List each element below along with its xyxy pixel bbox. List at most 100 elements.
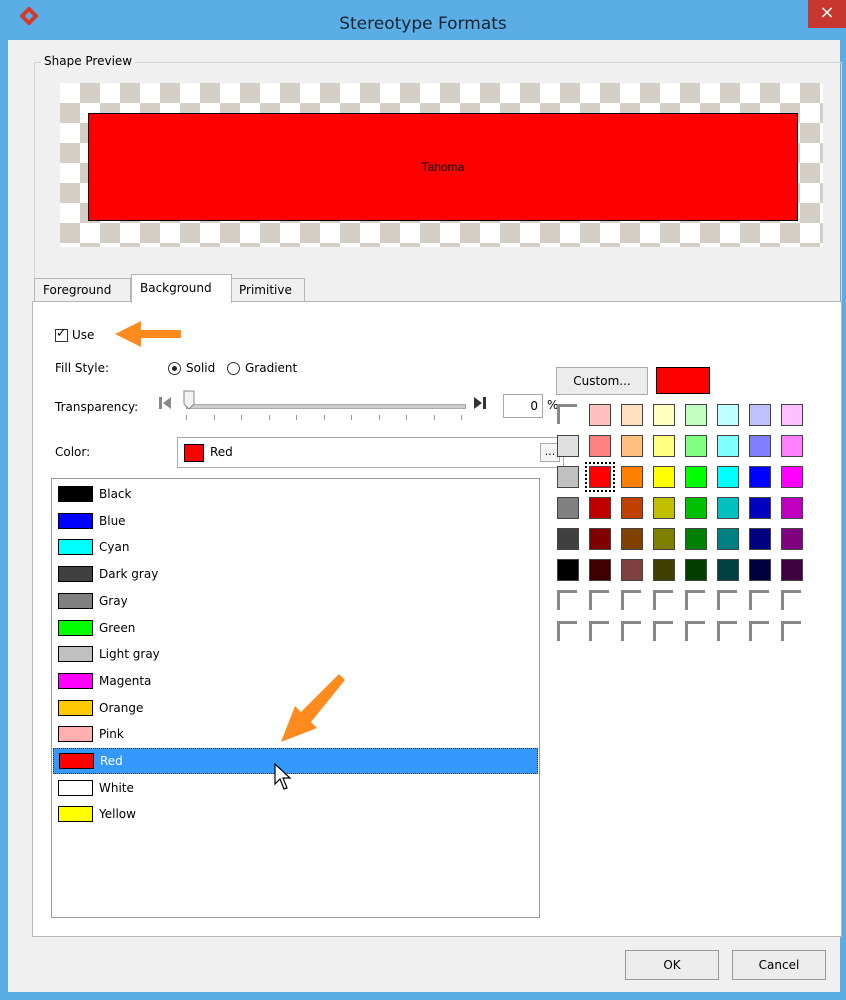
palette-color-cell[interactable]: [589, 559, 611, 581]
transparency-checkerboard: Tahoma: [60, 83, 823, 247]
slider-tick: [186, 415, 187, 420]
palette-color-cell[interactable]: [621, 497, 643, 519]
gradient-radio[interactable]: Gradient: [227, 361, 297, 375]
skip-to-end-icon[interactable]: [473, 396, 487, 410]
use-checkbox[interactable]: Use: [55, 326, 95, 342]
color-list-item[interactable]: Black: [53, 481, 538, 507]
solid-radio-dot[interactable]: [168, 361, 181, 375]
palette-color-cell[interactable]: [717, 590, 739, 612]
close-button[interactable]: ×: [808, 0, 846, 28]
custom-color-button[interactable]: Custom...: [556, 367, 648, 395]
color-list-item[interactable]: Light gray: [53, 641, 538, 667]
color-swatch: [58, 619, 93, 636]
palette-color-cell[interactable]: [653, 559, 675, 581]
palette-color-cell[interactable]: [749, 497, 771, 519]
palette-color-cell[interactable]: [749, 621, 771, 643]
palette-color-cell[interactable]: [653, 590, 675, 612]
tab-background[interactable]: Background: [131, 274, 232, 303]
palette-color-cell[interactable]: [653, 621, 675, 643]
color-combo[interactable]: Red ...: [177, 437, 564, 468]
palette-color-cell[interactable]: [589, 590, 611, 612]
palette-color-cell[interactable]: [557, 466, 579, 488]
palette-color-cell[interactable]: [781, 621, 803, 643]
color-list-item-label: Cyan: [99, 540, 130, 555]
palette-color-cell[interactable]: [685, 404, 707, 426]
palette-color-cell[interactable]: [717, 497, 739, 519]
palette-color-cell[interactable]: [589, 621, 611, 643]
palette-color-cell[interactable]: [653, 466, 675, 488]
palette-color-cell[interactable]: [749, 435, 771, 457]
cancel-button[interactable]: Cancel: [732, 950, 826, 980]
transparency-slider-thumb[interactable]: [183, 390, 195, 410]
color-list-item[interactable]: Cyan: [53, 534, 538, 560]
palette-color-cell[interactable]: [781, 590, 803, 612]
palette-color-cell[interactable]: [653, 435, 675, 457]
color-list-item[interactable]: Red: [53, 748, 538, 774]
gradient-radio-dot[interactable]: [227, 361, 240, 375]
palette-color-cell[interactable]: [589, 528, 611, 550]
palette-color-cell[interactable]: [589, 435, 611, 457]
palette-color-cell[interactable]: [653, 497, 675, 519]
palette-color-cell[interactable]: [621, 528, 643, 550]
palette-color-cell[interactable]: [685, 559, 707, 581]
palette-color-cell[interactable]: [685, 621, 707, 643]
palette-color-cell[interactable]: [653, 404, 675, 426]
palette-color-cell[interactable]: [621, 435, 643, 457]
palette-color-cell[interactable]: [685, 497, 707, 519]
solid-radio[interactable]: Solid: [168, 361, 215, 375]
palette-color-cell[interactable]: [749, 528, 771, 550]
palette-color-cell[interactable]: [749, 404, 771, 426]
tab-foreground[interactable]: Foreground: [34, 278, 131, 301]
color-list-item[interactable]: Yellow: [53, 801, 538, 827]
color-list-item[interactable]: Dark gray: [53, 561, 538, 587]
palette-color-cell[interactable]: [557, 435, 579, 457]
palette-color-cell[interactable]: [749, 590, 771, 612]
palette-color-cell[interactable]: [717, 528, 739, 550]
palette-color-cell[interactable]: [685, 528, 707, 550]
palette-color-cell[interactable]: [781, 497, 803, 519]
color-list-item[interactable]: Blue: [53, 508, 538, 534]
color-list-item[interactable]: Green: [53, 615, 538, 641]
palette-color-cell[interactable]: [557, 497, 579, 519]
palette-color-cell[interactable]: [781, 528, 803, 550]
color-list-item[interactable]: Gray: [53, 588, 538, 614]
palette-color-cell[interactable]: [589, 404, 611, 426]
palette-color-cell[interactable]: [781, 404, 803, 426]
palette-color-cell[interactable]: [557, 590, 579, 612]
palette-color-cell[interactable]: [621, 590, 643, 612]
palette-color-cell[interactable]: [717, 559, 739, 581]
transparency-slider-track[interactable]: [186, 404, 466, 409]
palette-color-cell[interactable]: [685, 435, 707, 457]
palette-color-cell[interactable]: [685, 466, 707, 488]
skip-to-start-icon[interactable]: [158, 396, 172, 410]
palette-color-cell[interactable]: [717, 404, 739, 426]
palette-color-cell[interactable]: [585, 462, 615, 492]
palette-color-cell[interactable]: [621, 621, 643, 643]
palette-color-cell[interactable]: [749, 559, 771, 581]
palette-color-cell[interactable]: [557, 404, 579, 426]
use-checkbox-box[interactable]: [55, 326, 68, 342]
palette-color-cell[interactable]: [589, 497, 611, 519]
palette-color-cell[interactable]: [621, 466, 643, 488]
palette-color-cell[interactable]: [717, 621, 739, 643]
palette-color-cell[interactable]: [557, 559, 579, 581]
palette-color-cell[interactable]: [685, 590, 707, 612]
palette-color-cell[interactable]: [557, 621, 579, 643]
palette-color-cell[interactable]: [781, 466, 803, 488]
palette-color-cell[interactable]: [653, 528, 675, 550]
color-list-item[interactable]: White: [53, 775, 538, 801]
palette-color-cell[interactable]: [557, 528, 579, 550]
palette-color-cell[interactable]: [781, 435, 803, 457]
transparency-input[interactable]: 0: [503, 394, 543, 418]
tab-primitive[interactable]: Primitive: [230, 278, 305, 301]
palette-color-cell[interactable]: [717, 435, 739, 457]
palette-color-cell[interactable]: [621, 559, 643, 581]
color-swatch: [58, 699, 93, 716]
palette-color-cell[interactable]: [781, 559, 803, 581]
palette-color-cell[interactable]: [749, 466, 771, 488]
ok-button[interactable]: OK: [625, 950, 719, 980]
palette-color-cell[interactable]: [717, 466, 739, 488]
palette-color-cell[interactable]: [621, 404, 643, 426]
use-checkbox-label: Use: [72, 328, 95, 342]
fill-style-label: Fill Style:: [55, 361, 110, 375]
